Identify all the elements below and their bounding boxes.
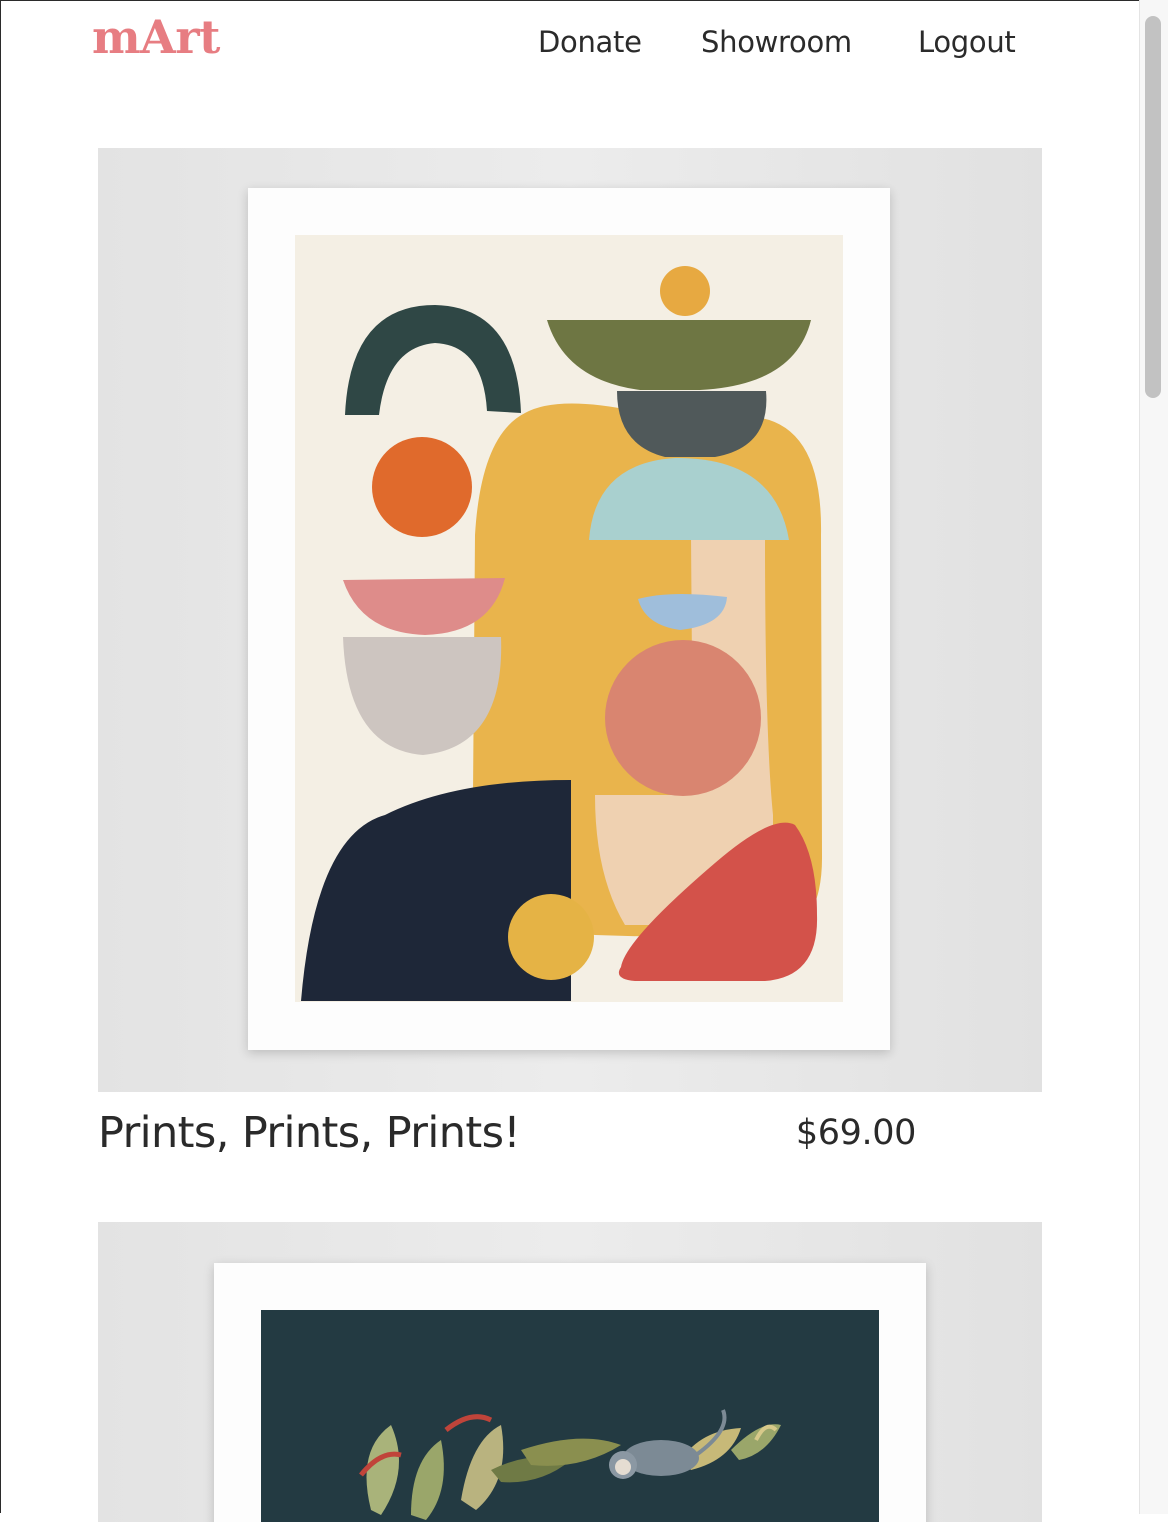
product-title[interactable]: Prints, Prints, Prints! xyxy=(98,1112,521,1155)
vertical-scrollbar[interactable] xyxy=(1139,0,1168,1514)
poster-frame xyxy=(214,1263,926,1522)
poster-frame xyxy=(248,188,890,1050)
scrollbar-thumb[interactable] xyxy=(1145,16,1161,398)
abstract-shapes-artwork xyxy=(295,235,843,1002)
product-image[interactable] xyxy=(98,148,1042,1092)
nav-logout-link[interactable]: Logout xyxy=(918,28,1016,57)
nav-showroom-link[interactable]: Showroom xyxy=(701,28,852,57)
product-price: $69.00 xyxy=(795,1113,916,1153)
nav-donate-link[interactable]: Donate xyxy=(538,28,642,57)
product-card[interactable] xyxy=(98,1222,1042,1522)
product-image[interactable] xyxy=(98,1222,1042,1522)
jungle-monkey-artwork xyxy=(261,1310,879,1522)
brand-logo[interactable]: mArt xyxy=(92,14,220,60)
